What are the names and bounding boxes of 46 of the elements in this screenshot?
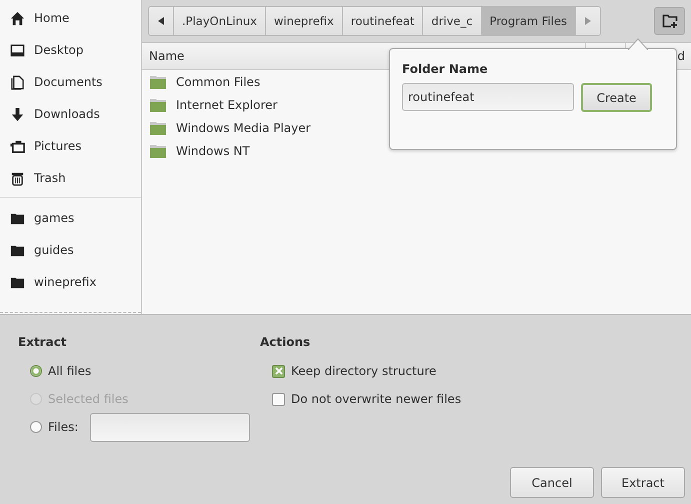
- sidebar-item[interactable]: Home: [0, 2, 141, 34]
- files-field[interactable]: [90, 412, 250, 442]
- scroll-right-button[interactable]: [576, 7, 600, 35]
- folder-name-field[interactable]: routinefeat: [402, 83, 574, 111]
- option-label[interactable]: Do not overwrite newer files: [291, 392, 462, 406]
- document-icon: [10, 74, 25, 90]
- camera-icon: [10, 138, 25, 154]
- radio-button[interactable]: [30, 421, 42, 433]
- option-label[interactable]: Keep directory structure: [291, 364, 436, 378]
- scroll-left-button[interactable]: [149, 7, 174, 35]
- path-button[interactable]: drive_c: [423, 7, 482, 35]
- sidebar-item[interactable]: Downloads: [0, 98, 141, 130]
- checkbox[interactable]: [272, 364, 285, 378]
- right-arrow-icon: [585, 17, 592, 25]
- folder-icon: [150, 98, 166, 112]
- sidebar-item[interactable]: Trash: [0, 162, 141, 194]
- cancel-button[interactable]: Cancel: [510, 467, 594, 498]
- path-button[interactable]: wineprefix: [266, 7, 343, 35]
- sidebar-item[interactable]: Documents: [0, 66, 141, 98]
- sidebar-item[interactable]: games: [0, 202, 141, 234]
- monitor-icon: [10, 42, 25, 58]
- sidebar-item[interactable]: guides: [0, 234, 141, 266]
- home-icon: [10, 10, 25, 26]
- option-label[interactable]: All files: [48, 364, 92, 378]
- sidebar-item[interactable]: wineprefix: [0, 266, 141, 298]
- create-button[interactable]: Create: [581, 83, 652, 112]
- folder-icon: [150, 144, 166, 158]
- new-folder-button[interactable]: [654, 7, 685, 35]
- path-button[interactable]: .PlayOnLinux: [174, 7, 266, 35]
- section-title: Actions: [260, 335, 312, 349]
- folder-icon: [150, 74, 166, 88]
- down-arrow-icon: [10, 106, 25, 122]
- folder-plus-icon: [662, 13, 678, 29]
- left-arrow-icon: [158, 17, 164, 25]
- path-button[interactable]: routinefeat: [342, 7, 424, 35]
- radio-button[interactable]: [30, 365, 42, 377]
- popover-title: Folder Name: [402, 62, 489, 76]
- section-title: Extract: [18, 335, 68, 349]
- path-button[interactable]: Program Files: [482, 7, 576, 35]
- sidebar-item[interactable]: Desktop: [0, 34, 141, 66]
- sidebar-item[interactable]: Pictures: [0, 130, 141, 162]
- option-label[interactable]: Files:: [48, 420, 78, 434]
- checkbox[interactable]: [272, 392, 285, 406]
- extract-button[interactable]: Extract: [601, 467, 685, 498]
- trash-icon: [10, 170, 25, 186]
- folder-icon: [150, 120, 166, 134]
